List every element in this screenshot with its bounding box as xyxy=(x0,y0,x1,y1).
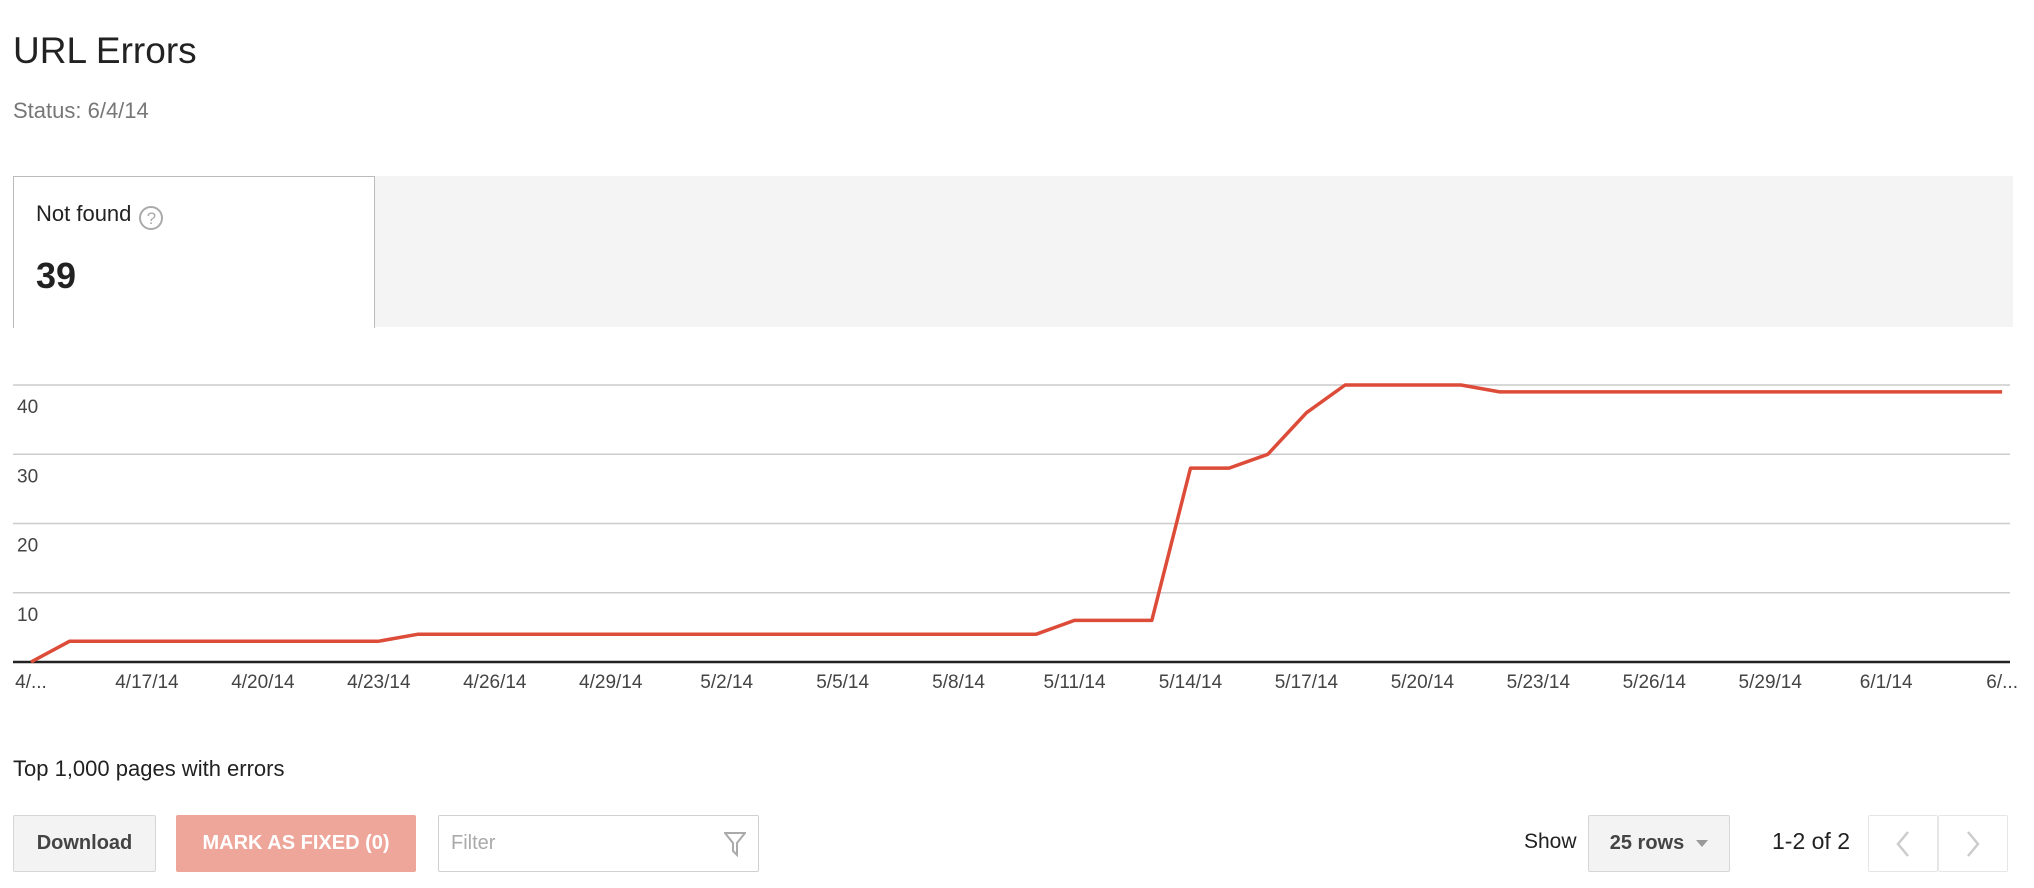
chevron-left-icon xyxy=(1896,830,1909,857)
mark-as-fixed-button[interactable]: MARK AS FIXED (0) xyxy=(176,815,416,872)
x-tick-label: 5/2/14 xyxy=(700,672,753,693)
x-tick-label: 4/29/14 xyxy=(579,672,643,693)
x-tick-label: 4/20/14 xyxy=(231,672,295,693)
next-page-button[interactable] xyxy=(1938,815,2008,872)
pagination-text: 1-2 of 2 xyxy=(1772,828,1850,854)
x-tick-label: 5/20/14 xyxy=(1391,672,1455,693)
rows-per-page-select[interactable]: 25 rows xyxy=(1588,815,1730,872)
x-tick-label: 5/11/14 xyxy=(1044,672,1106,693)
filter-input[interactable]: Filter xyxy=(438,815,759,872)
x-tick-label: 5/26/14 xyxy=(1623,672,1687,693)
help-icon[interactable]: ? xyxy=(139,206,164,230)
x-tick-label: 5/17/14 xyxy=(1275,672,1339,693)
filter-funnel-icon xyxy=(724,831,746,857)
x-tick-label: 4/... xyxy=(15,672,47,693)
x-tick-label: 5/8/14 xyxy=(932,672,985,693)
x-tick-label: 4/23/14 xyxy=(347,672,411,693)
x-tick-label: 5/29/14 xyxy=(1739,672,1803,693)
y-tick-label: 10 xyxy=(17,605,38,626)
x-tick-label: 6/... xyxy=(1986,672,2018,693)
tab-not-found[interactable]: Not found? 39 xyxy=(13,176,375,328)
show-label: Show xyxy=(1524,830,1577,853)
filter-placeholder: Filter xyxy=(451,832,496,854)
y-tick-label: 20 xyxy=(17,536,38,557)
chevron-right-icon xyxy=(1967,830,1980,857)
x-tick-label: 5/14/14 xyxy=(1159,672,1223,693)
previous-page-button[interactable] xyxy=(1868,815,1938,872)
x-tick-label: 5/23/14 xyxy=(1507,672,1571,693)
y-tick-label: 40 xyxy=(17,397,38,418)
status-date: Status: 6/4/14 xyxy=(13,98,149,123)
table-heading: Top 1,000 pages with errors xyxy=(13,756,285,781)
x-tick-label: 4/26/14 xyxy=(463,672,527,693)
errors-line-chart: 10 20 30 40 4/... 4/17/14 4/20/14 4/23/14 4/26/1… xyxy=(13,383,2018,693)
y-tick-label: 30 xyxy=(17,466,38,487)
chevron-down-icon xyxy=(1696,839,1709,847)
download-button[interactable]: Download xyxy=(13,815,156,872)
rows-option: 25 rows xyxy=(1609,832,1685,854)
x-tick-label: 4/17/14 xyxy=(115,672,179,693)
tab-label: Not found xyxy=(36,201,132,226)
page-title: URL Errors xyxy=(13,30,197,71)
x-tick-label: 5/5/14 xyxy=(816,672,869,693)
error-count: 39 xyxy=(36,255,77,296)
x-tick-label: 6/1/14 xyxy=(1860,672,1913,693)
